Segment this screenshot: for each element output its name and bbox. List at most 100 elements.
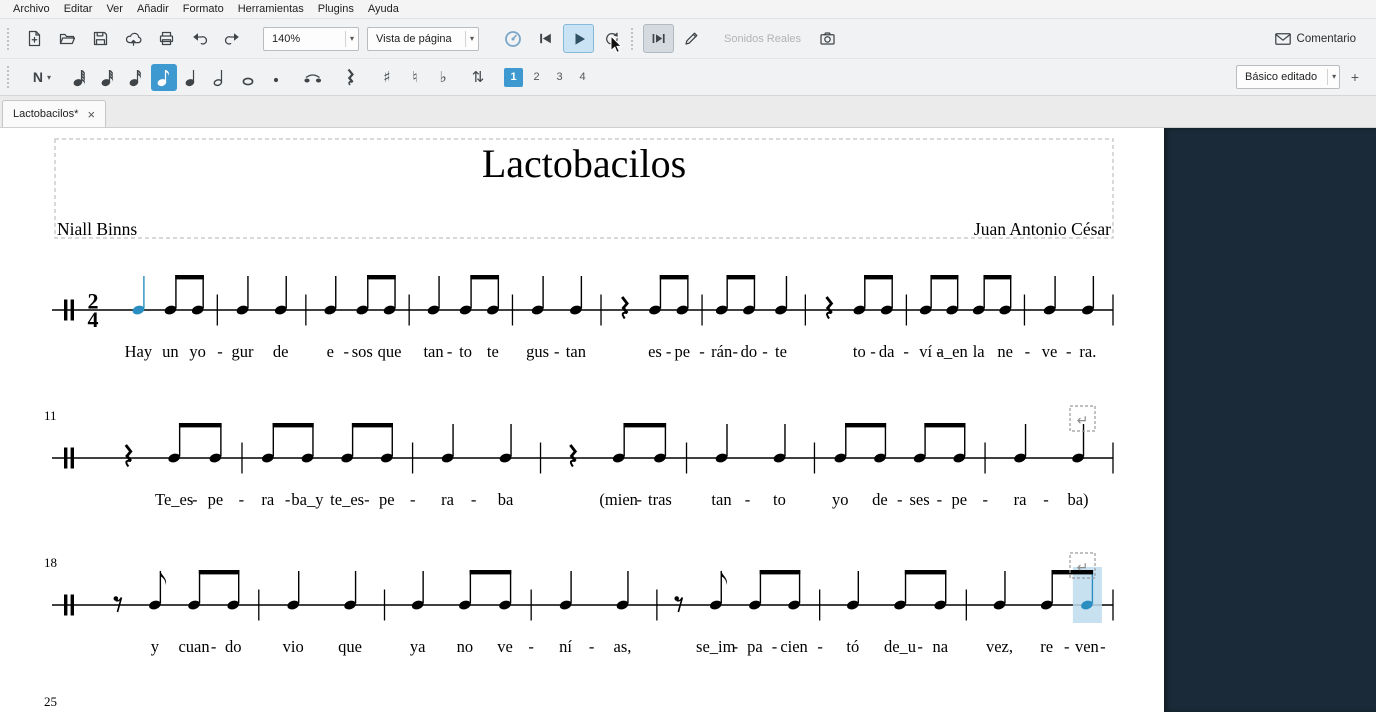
lyric-syllable[interactable]: que <box>378 342 402 361</box>
note[interactable]: tan <box>711 424 731 509</box>
note[interactable]: ví <box>919 275 933 361</box>
percussion-clef[interactable] <box>64 448 67 469</box>
note[interactable]: ba_y <box>291 423 324 509</box>
lyric-syllable[interactable]: (mien <box>599 490 638 509</box>
new-score-button[interactable] <box>19 24 50 53</box>
note[interactable]: yo <box>832 423 849 509</box>
lyric-syllable[interactable]: do <box>225 637 242 656</box>
lyric-syllable[interactable]: de <box>273 342 289 361</box>
rest[interactable] <box>114 596 122 612</box>
menu-item-ayuda[interactable]: Ayuda <box>361 1 406 17</box>
note[interactable]: que <box>378 275 402 361</box>
rest-button[interactable] <box>337 64 363 91</box>
note[interactable]: to <box>772 424 786 509</box>
rest[interactable] <box>622 297 627 319</box>
note[interactable]: ra <box>261 423 275 509</box>
menu-item-archivo[interactable]: Archivo <box>6 1 57 17</box>
score-page[interactable]: LactobacilosNiall BinnsJuan Antonio Césa… <box>0 128 1164 712</box>
note[interactable]: la <box>972 275 986 361</box>
lyric-syllable[interactable]: pe <box>379 490 395 509</box>
lyric-syllable[interactable]: ba <box>498 490 514 509</box>
lyric-syllable[interactable]: pe <box>951 490 967 509</box>
pan-edit-button[interactable] <box>676 24 707 53</box>
voice-3-button[interactable]: 3 <box>550 68 569 87</box>
note[interactable]: de <box>273 276 289 361</box>
score-canvas[interactable]: LactobacilosNiall BinnsJuan Antonio Césa… <box>0 128 1376 712</box>
loop-playback-button[interactable] <box>596 24 627 53</box>
lyric-syllable[interactable]: ní <box>559 637 572 656</box>
note[interactable]: pe <box>675 275 691 361</box>
note[interactable]: ve <box>1042 276 1058 361</box>
menu-item-formato[interactable]: Formato <box>176 1 231 17</box>
zoom-select[interactable]: 140% ▾ <box>263 27 359 51</box>
lyric-syllable[interactable]: es <box>648 342 662 361</box>
lyric-syllable[interactable]: ra <box>1014 490 1027 509</box>
note[interactable]: rán <box>711 275 732 361</box>
toolbar-drag-handle[interactable] <box>7 66 13 88</box>
lyric-syllable[interactable]: ya <box>410 637 426 656</box>
lyric-syllable[interactable]: no <box>457 637 474 656</box>
play-repeats-button[interactable] <box>643 24 674 53</box>
note[interactable]: na <box>932 570 948 656</box>
workspace-select[interactable]: Básico editado ▾ <box>1236 65 1340 89</box>
note[interactable]: Te_es <box>155 423 193 509</box>
rest[interactable] <box>674 596 682 612</box>
note[interactable]: pe <box>951 423 967 509</box>
note-16th-button[interactable] <box>123 64 149 91</box>
lyric-syllable[interactable]: to <box>853 342 866 361</box>
lyric-syllable[interactable]: que <box>338 637 362 656</box>
lyric-syllable[interactable]: gus <box>526 342 549 361</box>
note[interactable]: te <box>486 275 500 361</box>
lyric-syllable[interactable]: ra. <box>1079 342 1096 361</box>
tie-button[interactable] <box>298 64 328 91</box>
lyric-syllable[interactable]: cien <box>780 637 807 656</box>
menu-item-anadir[interactable]: Añadir <box>130 1 176 17</box>
lyric-syllable[interactable]: ven <box>1075 637 1099 656</box>
score-lyricist[interactable]: Niall Binns <box>57 219 137 239</box>
rewind-button[interactable] <box>530 24 561 53</box>
lyric-syllable[interactable]: to <box>459 342 472 361</box>
note-whole-button[interactable] <box>235 64 261 91</box>
note[interactable]: e <box>323 276 337 361</box>
note[interactable]: que <box>338 571 362 656</box>
lyric-syllable[interactable]: ve <box>1042 342 1058 361</box>
note-half-button[interactable] <box>207 64 233 91</box>
note[interactable]: pe <box>208 423 224 509</box>
lyric-syllable[interactable]: la <box>973 342 986 361</box>
menu-item-editar[interactable]: Editar <box>57 1 100 17</box>
play-button[interactable] <box>563 24 594 53</box>
tab-close-icon[interactable]: × <box>87 108 95 121</box>
lyric-syllable[interactable]: tras <box>648 490 672 509</box>
lyric-syllable[interactable]: Hay <box>125 342 153 361</box>
note[interactable]: do <box>225 570 242 656</box>
lyric-syllable[interactable]: cuan <box>178 637 209 656</box>
add-workspace-button[interactable]: + <box>1344 66 1366 88</box>
note[interactable]: de_u <box>884 570 916 656</box>
lyric-syllable[interactable]: ra <box>441 490 454 509</box>
percussion-clef[interactable] <box>64 595 67 616</box>
voice-2-button[interactable]: 2 <box>527 68 546 87</box>
note-64th-button[interactable] <box>67 64 93 91</box>
lyric-syllable[interactable]: te <box>487 342 499 361</box>
note-quarter-button[interactable] <box>179 64 205 91</box>
lyric-syllable[interactable]: Te_es <box>155 490 193 509</box>
view-mode-select[interactable]: Vista de página ▾ <box>367 27 479 51</box>
note[interactable]: ra. <box>1079 276 1096 361</box>
note[interactable]: to <box>852 275 866 361</box>
lyric-syllable[interactable]: yo <box>189 342 206 361</box>
image-capture-button[interactable] <box>812 24 843 53</box>
rest[interactable] <box>826 297 831 319</box>
note[interactable]: ní <box>559 571 573 656</box>
note[interactable]: tan <box>423 276 443 361</box>
note[interactable]: do <box>741 275 758 361</box>
lyric-syllable[interactable]: re <box>1040 637 1053 656</box>
note[interactable]: tras <box>648 423 672 509</box>
system[interactable]: 24Hayunyogurdeesosquetantotegustanesperá… <box>52 275 1113 361</box>
note[interactable]: da <box>879 275 895 361</box>
note[interactable]: es <box>648 275 662 361</box>
note[interactable]: un <box>162 275 179 361</box>
tab-lactobacilos[interactable]: Lactobacilos* × <box>2 100 106 127</box>
lyric-syllable[interactable]: tó <box>846 637 859 656</box>
lyric-syllable[interactable]: yo <box>832 490 849 509</box>
note[interactable]: tó <box>846 571 860 656</box>
